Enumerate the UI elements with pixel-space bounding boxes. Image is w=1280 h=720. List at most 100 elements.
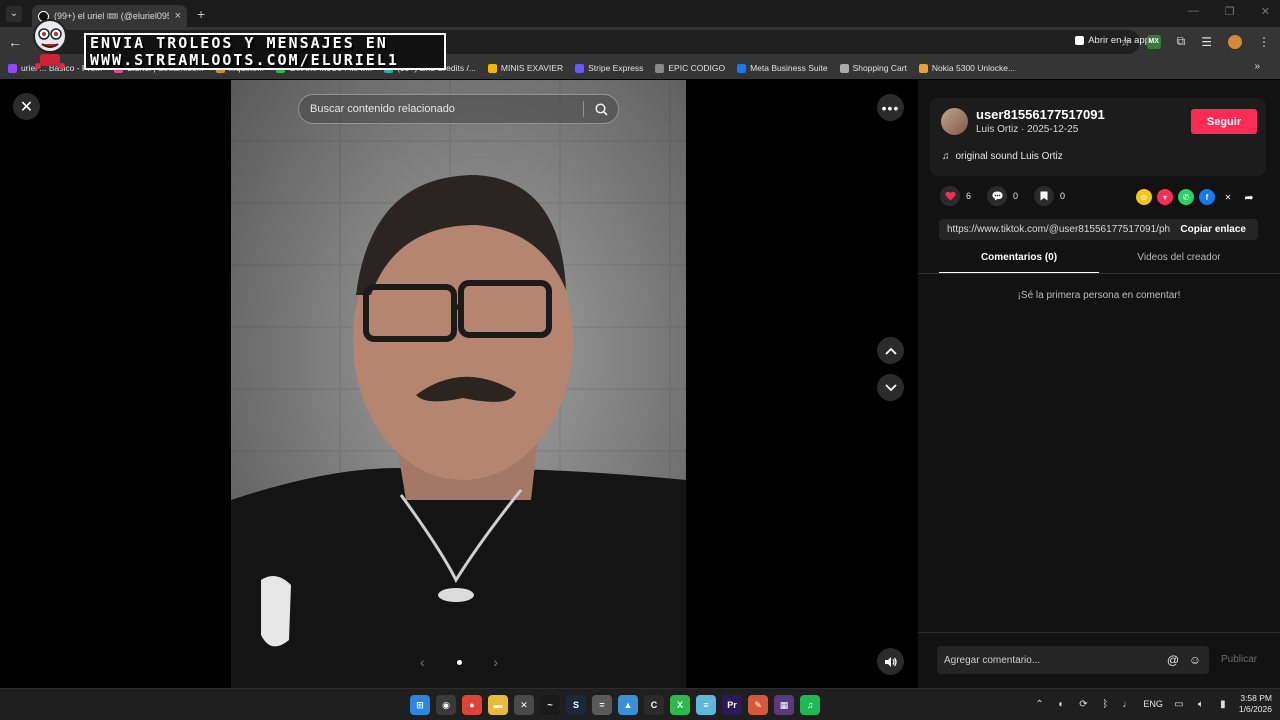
search-icon[interactable]	[584, 102, 618, 116]
system-tray: ⌃ ◐ ⟳ ᛒ ♩ ENG ▭ 🔈︎ ▮ 3:58 PM 1/6/2026	[1033, 693, 1272, 715]
like-action[interactable]: 6	[940, 186, 971, 206]
previous-video-button[interactable]	[877, 337, 904, 364]
share-buttons: ⊙ ▾ ✆ f ✕ ➦	[1136, 189, 1257, 205]
share-arrow-icon[interactable]: ➦	[1241, 189, 1257, 205]
premiere-icon[interactable]: Pr	[722, 695, 742, 715]
x-twitter-icon[interactable]: ✕	[1220, 189, 1236, 205]
bookmark-item[interactable]: Meta Business Suite	[737, 63, 828, 73]
xbox-icon[interactable]: ✕	[514, 695, 534, 715]
tray-chevron-icon[interactable]: ⌃	[1033, 698, 1045, 710]
paint-icon[interactable]: ✎	[748, 695, 768, 715]
reading-list-icon[interactable]: ☰	[1201, 35, 1212, 49]
volume-button[interactable]	[877, 648, 904, 675]
browser-menu-icon[interactable]: ⋮	[1258, 35, 1270, 49]
sync-icon[interactable]: ⟳	[1077, 698, 1089, 710]
related-search-bar[interactable]	[298, 94, 619, 124]
display-icon[interactable]: ▭	[1173, 698, 1185, 710]
music-note-icon: ♫	[942, 151, 950, 162]
emoji-icon[interactable]: ☺	[1187, 653, 1203, 667]
repost-icon[interactable]: ▾	[1157, 189, 1173, 205]
tab-creator-videos[interactable]: Videos del creador	[1099, 252, 1259, 274]
bluetooth-icon[interactable]: ᛒ	[1099, 698, 1111, 710]
comment-action[interactable]: 0	[987, 186, 1018, 206]
bookmark-item[interactable]: Stripe Express	[575, 63, 643, 73]
comment-divider	[918, 632, 1280, 633]
battery-icon[interactable]: ▮	[1217, 698, 1229, 710]
facebook-icon[interactable]: f	[1199, 189, 1215, 205]
bookmark-item[interactable]: Shopping Cart	[839, 63, 907, 73]
game-icon[interactable]: ▦	[774, 695, 794, 715]
share-link-text[interactable]: https://www.tiktok.com/@user815561775170…	[939, 224, 1170, 235]
sound-link[interactable]: ♫ original sound Luis Ortiz	[942, 151, 1063, 162]
whatsapp-icon[interactable]: ✆	[1178, 189, 1194, 205]
terminal-icon[interactable]: ~	[540, 695, 560, 715]
next-video-button[interactable]	[877, 374, 904, 401]
bookmark-label: Meta Business Suite	[750, 63, 828, 73]
windows-start-icon[interactable]: ⊞	[410, 695, 430, 715]
author-username[interactable]: user81556177517091	[976, 107, 1105, 122]
new-tab-button[interactable]: +	[197, 6, 205, 22]
file-explorer-icon[interactable]: ▬	[488, 695, 508, 715]
author-avatar[interactable]	[941, 108, 968, 135]
obs-icon[interactable]: ◉	[436, 695, 456, 715]
extensions-puzzle-icon[interactable]: ⧉	[1177, 34, 1186, 49]
comment-input[interactable]	[937, 654, 1165, 666]
bookmark-label: Nokia 5300 Unlocke...	[931, 63, 1016, 73]
tab-close-icon[interactable]: ×	[175, 10, 181, 22]
pager-prev-icon[interactable]: ‹	[420, 654, 425, 670]
microphone-icon[interactable]: ♩	[1121, 698, 1133, 710]
follow-button[interactable]: Seguir	[1191, 109, 1257, 134]
chrome-icon[interactable]: ●	[462, 695, 482, 715]
close-window-icon[interactable]: ✕	[1261, 5, 1270, 18]
banner-line-2: WWW.STREAMLOOTS.COM/ELURIEL1	[90, 51, 399, 69]
toolbar-icons: ☆ MX ⧉ ☰ ⋮	[1120, 34, 1270, 49]
bookmark-favicon-icon	[655, 63, 665, 73]
mention-icon[interactable]: @	[1165, 653, 1181, 667]
coin-share-icon[interactable]: ⊙	[1136, 189, 1152, 205]
volume-tray-icon[interactable]: 🔈︎	[1195, 698, 1207, 710]
language-indicator[interactable]: ENG	[1143, 699, 1163, 709]
bookmark-item[interactable]: EPIC CODIGO	[655, 63, 725, 73]
photos-icon[interactable]: ▲	[618, 695, 638, 715]
close-video-button[interactable]: ✕	[13, 93, 40, 120]
tab-comments[interactable]: Comentarios (0)	[939, 252, 1099, 274]
tab-strip: ⌄ (99+) el uriel 🎟 (@eluriel095) | × + —…	[0, 0, 1280, 27]
bookmark-star-icon[interactable]: ☆	[1120, 35, 1131, 49]
engagement-actions: 6 0 0	[940, 186, 1081, 206]
streamer-mascot-icon	[33, 19, 67, 69]
spotify-icon[interactable]: ♫	[800, 695, 820, 715]
post-comment-button[interactable]: Publicar	[1221, 654, 1257, 665]
clock[interactable]: 3:58 PM 1/6/2026	[1239, 693, 1272, 715]
pager-dot-active	[456, 659, 462, 665]
capcut-icon[interactable]: C	[644, 695, 664, 715]
more-options-button[interactable]: •••	[877, 94, 904, 121]
steam-icon[interactable]: S	[566, 695, 586, 715]
copy-link-button[interactable]: Copiar enlace	[1170, 224, 1258, 235]
calculator-icon[interactable]: =	[592, 695, 612, 715]
xbox-app-icon[interactable]: X	[670, 695, 690, 715]
notepad-icon[interactable]: ≡	[696, 695, 716, 715]
restore-icon[interactable]: ❐	[1225, 5, 1235, 18]
back-arrow-icon[interactable]: ←	[8, 34, 24, 50]
author-subtitle: Luis Ortiz · 2025-12-25	[976, 124, 1079, 135]
bookmarks-overflow-button[interactable]: »	[1254, 61, 1260, 72]
panel-tabs: Comentarios (0) Videos del creador	[939, 252, 1259, 274]
clock-time: 3:58 PM	[1240, 693, 1272, 703]
bookmark-item[interactable]: Nokia 5300 Unlocke...	[918, 63, 1016, 73]
extension-mx-icon[interactable]: MX	[1146, 34, 1161, 49]
video-player[interactable]	[231, 80, 686, 688]
pager-next-icon[interactable]: ›	[493, 654, 498, 670]
save-action[interactable]: 0	[1034, 186, 1065, 206]
taskbar: ⊞ ◉ ● ▬ ✕ ~ S = ▲ C X ≡ Pr ✎ ▦ ♫ ⌃ ◐ ⟳ ᛒ ♩ ENG ▭ 🔈︎ ▮ 3…	[0, 688, 1280, 720]
profile-avatar[interactable]	[1228, 34, 1242, 49]
clock-date: 1/6/2026	[1238, 704, 1272, 714]
minimize-icon[interactable]: —	[1188, 5, 1199, 18]
streamloots-banner: ENVIA TROLEOS Y MENSAJES EN WWW.STREAMLO…	[84, 33, 446, 70]
related-search-input[interactable]	[299, 103, 583, 115]
bookmark-item[interactable]: MINIS EXAVIER	[487, 63, 563, 73]
tray-app-icon[interactable]: ◐	[1055, 698, 1067, 710]
video-frame-image	[231, 80, 686, 688]
chevron-down-icon	[884, 383, 897, 391]
tab-search-button[interactable]: ⌄	[6, 5, 22, 22]
window-controls: — ❐ ✕	[1188, 5, 1270, 18]
